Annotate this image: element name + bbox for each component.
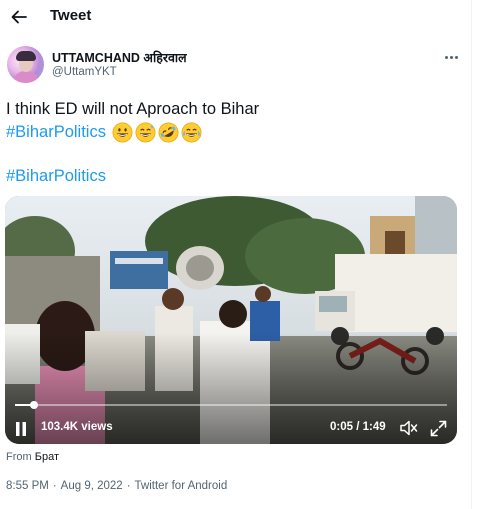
arrow-left-icon [11,10,27,24]
avatar[interactable] [7,46,44,83]
back-button[interactable] [6,5,32,29]
more-dot-icon [454,55,458,59]
pause-button[interactable] [15,420,31,438]
tweet-line-hashtag-emoji: #BiharPolitics [6,122,204,143]
separator: · [52,480,57,492]
tweet-page: Tweet UTTAMCHAND अहिरवाल @UttamYKT I thi… [0,0,472,509]
fullscreen-button[interactable] [430,419,448,437]
tweet-date-link[interactable]: Aug 9, 2022 [61,480,123,492]
video-player[interactable]: 103.4K views 0:05 / 1:49 [5,196,457,444]
hashtag-link[interactable]: #BiharPolitics [6,123,106,141]
video-time: 0:05 / 1:49 [330,421,386,433]
tweet-metadata: 8:55 PM · Aug 9, 2022 · Twitter for Android [6,480,227,492]
page-title: Tweet [50,7,92,24]
tears-of-joy-face-emoji-icon [181,122,202,143]
hashtag-link[interactable]: #BiharPolitics [6,167,106,185]
video-frame-image [5,196,457,444]
tweet-line-hashtag: #BiharPolitics [6,166,106,186]
video-progress-bar[interactable] [15,401,447,409]
source-prefix: From [6,451,32,463]
mute-button[interactable] [400,419,418,437]
grinning-sweat-face-emoji-icon [135,122,156,143]
more-dot-icon [449,55,453,59]
source-account-link[interactable]: Брат [35,451,59,463]
pause-icon [16,422,26,436]
rolling-laughing-face-emoji-icon [158,122,179,143]
mute-icon [400,420,418,436]
view-count: 103.4K views [41,421,113,433]
video-source: From Брат [6,451,59,463]
tweet-time-link[interactable]: 8:55 PM [6,480,49,492]
author-handle[interactable]: @UttamYKT [52,66,117,78]
grinning-face-emoji-icon [112,122,133,143]
emoji-group [112,122,204,143]
more-dot-icon [444,55,448,59]
more-options-button[interactable] [440,50,462,64]
separator: · [126,480,131,492]
tweet-client-link[interactable]: Twitter for Android [135,480,228,492]
top-bar: Tweet [0,0,472,34]
author-display-name[interactable]: UTTAMCHAND अहिरवाल [52,49,187,66]
tweet-text: I think ED will not Aproach to Bihar [6,100,260,118]
fullscreen-icon [430,420,447,436]
